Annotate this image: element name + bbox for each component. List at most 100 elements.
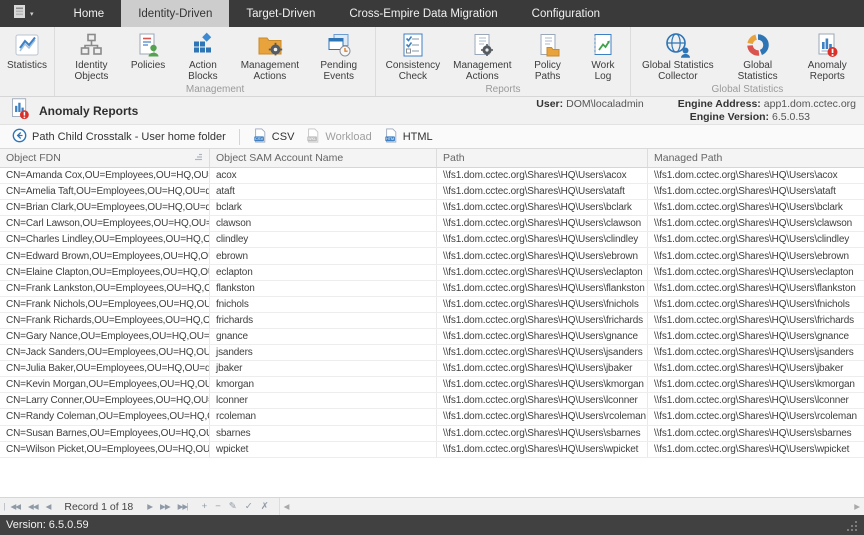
table-cell[interactable]: CN=Elaine Clapton,OU=Employees,OU=HQ,OU=… bbox=[0, 265, 210, 280]
table-cell[interactable]: \\fs1.dom.cctec.org\Shares\HQ\Users\ebro… bbox=[437, 248, 648, 263]
table-row[interactable]: CN=Frank Nichols,OU=Employees,OU=HQ,OU=d… bbox=[0, 297, 864, 313]
table-cell[interactable]: sbarnes bbox=[210, 426, 437, 441]
table-cell[interactable]: \\fs1.dom.cctec.org\Shares\HQ\Users\clin… bbox=[648, 232, 864, 247]
table-cell[interactable]: \\fs1.dom.cctec.org\Shares\HQ\Users\gnan… bbox=[437, 329, 648, 344]
table-cell[interactable]: \\fs1.dom.cctec.org\Shares\HQ\Users\jbak… bbox=[437, 361, 648, 376]
table-row[interactable]: CN=Julia Baker,OU=Employees,OU=HQ,OU=dom… bbox=[0, 361, 864, 377]
table-cell[interactable]: \\fs1.dom.cctec.org\Shares\HQ\Users\fric… bbox=[648, 313, 864, 328]
table-cell[interactable]: wpicket bbox=[210, 442, 437, 457]
table-cell[interactable]: CN=Susan Barnes,OU=Employees,OU=HQ,OU=do… bbox=[0, 426, 210, 441]
table-cell[interactable]: acox bbox=[210, 168, 437, 183]
column-header-path[interactable]: Path bbox=[437, 149, 648, 167]
ribbon-button-pending-events[interactable]: Pending Events bbox=[304, 29, 373, 82]
table-cell[interactable]: \\fs1.dom.cctec.org\Shares\HQ\Users\flan… bbox=[437, 281, 648, 296]
ribbon-button-policies[interactable]: Policies bbox=[126, 29, 170, 71]
previous-record-button[interactable]: ◀ bbox=[42, 502, 55, 511]
table-cell[interactable]: \\fs1.dom.cctec.org\Shares\HQ\Users\fnic… bbox=[437, 297, 648, 312]
table-cell[interactable]: \\fs1.dom.cctec.org\Shares\HQ\Users\gnan… bbox=[648, 329, 864, 344]
table-cell[interactable]: \\fs1.dom.cctec.org\Shares\HQ\Users\ecla… bbox=[648, 265, 864, 280]
last-record-button[interactable]: ▶▶⎸ bbox=[174, 502, 198, 512]
table-cell[interactable]: \\fs1.dom.cctec.org\Shares\HQ\Users\lcon… bbox=[437, 393, 648, 408]
next-page-button[interactable]: ▶▶ bbox=[156, 502, 174, 511]
table-cell[interactable]: CN=Julia Baker,OU=Employees,OU=HQ,OU=dom… bbox=[0, 361, 210, 376]
table-cell[interactable]: \\fs1.dom.cctec.org\Shares\HQ\Users\wpic… bbox=[437, 442, 648, 457]
table-row[interactable]: CN=Gary Nance,OU=Employees,OU=HQ,OU=dom,… bbox=[0, 329, 864, 345]
ribbon-button-policy-paths[interactable]: Policy Paths bbox=[517, 29, 578, 82]
table-cell[interactable]: gnance bbox=[210, 329, 437, 344]
table-row[interactable]: CN=Wilson Picket,OU=Employees,OU=HQ,OU=d… bbox=[0, 442, 864, 458]
table-row[interactable]: CN=Elaine Clapton,OU=Employees,OU=HQ,OU=… bbox=[0, 265, 864, 281]
table-row[interactable]: CN=Carl Lawson,OU=Employees,OU=HQ,OU=dom… bbox=[0, 216, 864, 232]
scroll-left-icon[interactable]: ◀ bbox=[280, 502, 294, 511]
table-cell[interactable]: CN=Randy Coleman,OU=Employees,OU=HQ,OU=d… bbox=[0, 409, 210, 424]
table-cell[interactable]: rcoleman bbox=[210, 409, 437, 424]
table-cell[interactable]: CN=Charles Lindley,OU=Employees,OU=HQ,OU… bbox=[0, 232, 210, 247]
table-cell[interactable]: jsanders bbox=[210, 345, 437, 360]
table-row[interactable]: CN=Amelia Taft,OU=Employees,OU=HQ,OU=dom… bbox=[0, 184, 864, 200]
ribbon-button-global-statistics[interactable]: Global Statistics bbox=[723, 29, 793, 82]
table-row[interactable]: CN=Charles Lindley,OU=Employees,OU=HQ,OU… bbox=[0, 232, 864, 248]
table-cell[interactable]: \\fs1.dom.cctec.org\Shares\HQ\Users\fric… bbox=[437, 313, 648, 328]
next-record-button[interactable]: ▶ bbox=[143, 502, 156, 511]
table-cell[interactable]: CN=Kevin Morgan,OU=Employees,OU=HQ,OU=do… bbox=[0, 377, 210, 392]
table-cell[interactable]: \\fs1.dom.cctec.org\Shares\HQ\Users\clin… bbox=[437, 232, 648, 247]
ribbon-button-consistency-check[interactable]: Consistency Check bbox=[378, 29, 447, 82]
table-cell[interactable]: \\fs1.dom.cctec.org\Shares\HQ\Users\ecla… bbox=[437, 265, 648, 280]
table-cell[interactable]: ebrown bbox=[210, 248, 437, 263]
table-cell[interactable]: CN=Wilson Picket,OU=Employees,OU=HQ,OU=d… bbox=[0, 442, 210, 457]
table-cell[interactable]: \\fs1.dom.cctec.org\Shares\HQ\Users\lcon… bbox=[648, 393, 864, 408]
column-header-object-sam-account-name[interactable]: Object SAM Account Name bbox=[210, 149, 437, 167]
back-button[interactable]: Path Child Crosstalk - User home folder bbox=[6, 125, 232, 148]
column-header-managed-path[interactable]: Managed Path bbox=[648, 149, 864, 167]
table-cell[interactable]: \\fs1.dom.cctec.org\Shares\HQ\Users\jsan… bbox=[648, 345, 864, 360]
tab-target-driven[interactable]: Target-Driven bbox=[229, 0, 332, 27]
table-cell[interactable]: CN=Jack Sanders,OU=Employees,OU=HQ,OU=do… bbox=[0, 345, 210, 360]
table-cell[interactable]: \\fs1.dom.cctec.org\Shares\HQ\Users\acox bbox=[437, 168, 648, 183]
ribbon-button-anomaly-reports[interactable]: Anomaly Reports bbox=[792, 29, 862, 82]
ribbon-button-action-blocks[interactable]: Action Blocks bbox=[170, 29, 235, 82]
table-cell[interactable]: CN=Edward Brown,OU=Employees,OU=HQ,OU=do… bbox=[0, 248, 210, 263]
table-cell[interactable]: lconner bbox=[210, 393, 437, 408]
first-record-button[interactable]: ⎸◀◀ bbox=[0, 502, 24, 512]
table-cell[interactable]: frichards bbox=[210, 313, 437, 328]
ribbon-button-identity-objects[interactable]: Identity Objects bbox=[57, 29, 126, 82]
export-workload-button[interactable]: WKL Workload bbox=[300, 125, 377, 148]
table-row[interactable]: CN=Randy Coleman,OU=Employees,OU=HQ,OU=d… bbox=[0, 409, 864, 425]
table-cell[interactable]: bclark bbox=[210, 200, 437, 215]
table-cell[interactable]: eclapton bbox=[210, 265, 437, 280]
table-cell[interactable]: CN=Amanda Cox,OU=Employees,OU=HQ,OU=dom,… bbox=[0, 168, 210, 183]
table-cell[interactable]: \\fs1.dom.cctec.org\Shares\HQ\Users\ebro… bbox=[648, 248, 864, 263]
cancel-edit-button[interactable]: ✗ bbox=[257, 501, 273, 512]
table-cell[interactable]: \\fs1.dom.cctec.org\Shares\HQ\Users\fnic… bbox=[648, 297, 864, 312]
tab-configuration[interactable]: Configuration bbox=[515, 0, 617, 27]
table-cell[interactable]: \\fs1.dom.cctec.org\Shares\HQ\Users\jbak… bbox=[648, 361, 864, 376]
table-cell[interactable]: clawson bbox=[210, 216, 437, 231]
tab-identity-driven[interactable]: Identity-Driven bbox=[121, 0, 229, 27]
horizontal-scrollbar[interactable]: ◀ ▶ bbox=[279, 498, 864, 515]
table-row[interactable]: CN=Jack Sanders,OU=Employees,OU=HQ,OU=do… bbox=[0, 345, 864, 361]
table-row[interactable]: CN=Frank Lankston,OU=Employees,OU=HQ,OU=… bbox=[0, 281, 864, 297]
append-record-button[interactable]: + bbox=[198, 501, 212, 512]
table-row[interactable]: CN=Susan Barnes,OU=Employees,OU=HQ,OU=do… bbox=[0, 426, 864, 442]
table-cell[interactable]: \\fs1.dom.cctec.org\Shares\HQ\Users\acox bbox=[648, 168, 864, 183]
table-cell[interactable]: CN=Larry Conner,OU=Employees,OU=HQ,OU=do… bbox=[0, 393, 210, 408]
table-cell[interactable]: \\fs1.dom.cctec.org\Shares\HQ\Users\sbar… bbox=[648, 426, 864, 441]
previous-page-button[interactable]: ◀◀ bbox=[24, 502, 42, 511]
application-menu-button[interactable]: ▾ bbox=[4, 0, 43, 27]
export-html-button[interactable]: HTM HTML bbox=[378, 125, 439, 148]
table-cell[interactable]: CN=Frank Lankston,OU=Employees,OU=HQ,OU=… bbox=[0, 281, 210, 296]
edit-record-button[interactable]: ✎ bbox=[225, 501, 241, 512]
column-header-object-fdn[interactable]: Object FDN bbox=[0, 149, 210, 167]
table-cell[interactable]: \\fs1.dom.cctec.org\Shares\HQ\Users\wpic… bbox=[648, 442, 864, 457]
export-csv-button[interactable]: CSV CSV bbox=[247, 125, 301, 148]
table-cell[interactable]: CN=Amelia Taft,OU=Employees,OU=HQ,OU=dom… bbox=[0, 184, 210, 199]
table-cell[interactable]: CN=Brian Clark,OU=Employees,OU=HQ,OU=dom… bbox=[0, 200, 210, 215]
table-row[interactable]: CN=Amanda Cox,OU=Employees,OU=HQ,OU=dom,… bbox=[0, 168, 864, 184]
tab-cross-empire-data-migration[interactable]: Cross-Empire Data Migration bbox=[332, 0, 514, 27]
table-cell[interactable]: \\fs1.dom.cctec.org\Shares\HQ\Users\rcol… bbox=[648, 409, 864, 424]
table-cell[interactable]: jbaker bbox=[210, 361, 437, 376]
table-cell[interactable]: \\fs1.dom.cctec.org\Shares\HQ\Users\sbar… bbox=[437, 426, 648, 441]
table-cell[interactable]: \\fs1.dom.cctec.org\Shares\HQ\Users\bcla… bbox=[648, 200, 864, 215]
table-cell[interactable]: \\fs1.dom.cctec.org\Shares\HQ\Users\kmor… bbox=[648, 377, 864, 392]
table-cell[interactable]: \\fs1.dom.cctec.org\Shares\HQ\Users\claw… bbox=[648, 216, 864, 231]
